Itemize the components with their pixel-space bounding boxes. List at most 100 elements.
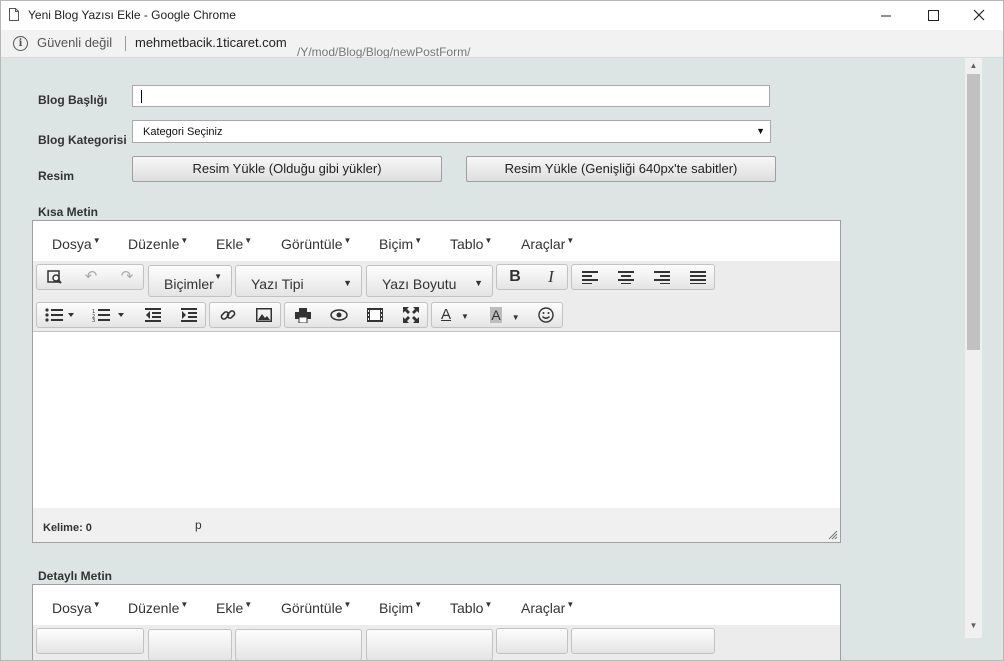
menu-format[interactable]: Biçim▼	[379, 600, 422, 616]
formats-dropdown[interactable]	[148, 629, 232, 660]
font-size-dropdown[interactable]	[366, 629, 493, 660]
minimize-icon	[881, 15, 891, 17]
window-title: Yeni Blog Yazısı Ekle - Google Chrome	[28, 8, 236, 22]
menu-file[interactable]: Dosya▼	[52, 236, 101, 252]
background-color-icon[interactable]: A ▼	[482, 303, 528, 327]
font-family-dropdown[interactable]: Yazı Tipi ▼	[235, 265, 362, 297]
font-family-dropdown[interactable]	[235, 629, 362, 660]
detail-text-label: Detaylı Metin	[38, 569, 113, 583]
bold-icon[interactable]: B	[497, 265, 533, 289]
menu-edit[interactable]: Düzenle▼	[128, 236, 188, 252]
preview-icon[interactable]	[321, 303, 357, 327]
menu-insert[interactable]: Ekle▼	[216, 600, 252, 616]
image-label: Resim	[38, 169, 75, 183]
word-count: Kelime: 0	[43, 522, 92, 534]
caret-down-icon: ▼	[343, 278, 352, 288]
caret-down-icon: ▼	[461, 312, 469, 321]
caret-down-icon: ▼	[92, 600, 101, 609]
scrollbar-thumb[interactable]	[967, 74, 980, 350]
text-style-group	[496, 628, 568, 654]
title-bar: Yeni Blog Yazısı Ekle - Google Chrome	[1, 1, 1003, 30]
upload-as-is-button[interactable]: Resim Yükle (Olduğu gibi yükler)	[132, 156, 442, 182]
undo-icon[interactable]: ↶	[73, 265, 109, 289]
security-status[interactable]: Güvenli değil	[37, 35, 112, 50]
fullscreen-icon[interactable]	[393, 303, 429, 327]
editor-toolbar: ↶ ↷ Biçimler ▼ Yazı Tipi ▼ Yazı Boyutu ▼…	[33, 261, 840, 331]
font-size-dropdown[interactable]: Yazı Boyutu ▼	[366, 265, 493, 297]
info-icon[interactable]: i	[13, 36, 28, 51]
caret-down-icon: ▼	[244, 600, 253, 609]
print-icon[interactable]	[285, 303, 321, 327]
blog-category-select[interactable]: Kategori Seçiniz ▼	[132, 120, 771, 143]
scroll-down-icon[interactable]: ▼	[965, 620, 982, 632]
caret-down-icon: ▼	[92, 236, 101, 245]
alignment-group	[571, 264, 715, 290]
caret-down-icon: ▼	[511, 313, 520, 322]
formats-dropdown[interactable]: Biçimler ▼	[148, 265, 232, 297]
numbered-list-icon[interactable]: 123	[83, 303, 135, 327]
caret-down-icon: ▼	[474, 278, 483, 288]
svg-text:3: 3	[92, 318, 95, 322]
resize-handle-icon[interactable]	[828, 530, 838, 540]
align-left-icon[interactable]	[572, 265, 608, 289]
short-text-editing-area[interactable]	[33, 331, 840, 509]
menu-tools[interactable]: Araçlar▼	[521, 236, 574, 252]
bullet-list-icon[interactable]	[37, 303, 83, 327]
browser-window: Yeni Blog Yazısı Ekle - Google Chrome i …	[0, 0, 1004, 661]
menu-edit[interactable]: Düzenle▼	[128, 600, 188, 616]
menu-view[interactable]: Görüntüle▼	[281, 236, 351, 252]
align-right-icon[interactable]	[644, 265, 680, 289]
caret-down-icon: ▼	[484, 236, 493, 245]
editor-statusbar: Kelime: 0 p	[33, 508, 840, 542]
editor-menubar: Dosya▼ Düzenle▼ Ekle▼ Görüntüle▼ Biçim▼ …	[33, 585, 840, 625]
menu-table[interactable]: Tablo▼	[450, 236, 492, 252]
url-text[interactable]: mehmetbacik.1ticaret.com/Y/mod/Blog/Blog…	[135, 35, 470, 59]
minimize-button[interactable]	[863, 1, 909, 30]
address-bar[interactable]: i Güvenli değil mehmetbacik.1ticaret.com…	[1, 30, 1003, 59]
redo-icon[interactable]: ↷	[109, 265, 145, 289]
caret-down-icon: ▼	[244, 236, 253, 245]
upload-fixed-width-button[interactable]: Resim Yükle (Genişliği 640px'te sabitler…	[466, 156, 776, 182]
background-color-glyph: A	[490, 307, 502, 323]
address-separator	[125, 36, 126, 51]
scroll-up-icon[interactable]: ▲	[965, 60, 982, 72]
image-icon[interactable]	[246, 303, 282, 327]
list-indent-group: 123	[36, 302, 206, 328]
menu-insert[interactable]: Ekle▼	[216, 236, 252, 252]
text-color-icon[interactable]: A ▼	[432, 303, 478, 327]
caret-down-icon: ▼	[343, 600, 352, 609]
caret-down-icon: ▼	[214, 272, 222, 281]
editor-toolbar	[33, 625, 840, 660]
close-button[interactable]	[956, 1, 1002, 30]
blog-title-input[interactable]	[132, 85, 770, 107]
outdent-icon[interactable]	[135, 303, 171, 327]
maximize-button[interactable]	[910, 1, 956, 30]
text-caret	[141, 90, 142, 103]
italic-icon[interactable]: I	[533, 265, 569, 289]
insert-media-group	[209, 302, 281, 328]
media-icon[interactable]	[357, 303, 393, 327]
align-justify-icon[interactable]	[680, 265, 716, 289]
caret-down-icon: ▼	[180, 236, 189, 245]
menu-format[interactable]: Biçim▼	[379, 236, 422, 252]
align-center-icon[interactable]	[608, 265, 644, 289]
short-text-editor: Dosya▼ Düzenle▼ Ekle▼ Görüntüle▼ Biçim▼ …	[32, 220, 841, 543]
element-path[interactable]: p	[195, 518, 202, 532]
link-icon[interactable]	[210, 303, 246, 327]
vertical-scrollbar[interactable]: ▲ ▼	[965, 58, 982, 638]
text-color-glyph: A	[441, 306, 452, 323]
menu-table[interactable]: Tablo▼	[450, 600, 492, 616]
url-path: /Y/mod/Blog/Blog/newPostForm/	[297, 45, 471, 59]
menu-view[interactable]: Görüntüle▼	[281, 600, 351, 616]
find-replace-icon[interactable]	[37, 265, 73, 289]
history-group: ↶ ↷	[36, 264, 144, 290]
document-icon	[9, 8, 19, 21]
caret-down-icon: ▼	[343, 236, 352, 245]
menu-file[interactable]: Dosya▼	[52, 600, 101, 616]
text-style-group: B I	[496, 264, 568, 290]
menu-tools[interactable]: Araçlar▼	[521, 600, 574, 616]
dropdown-arrow-icon: ▼	[756, 126, 765, 136]
font-size-label: Yazı Boyutu	[382, 276, 457, 292]
emoticons-icon[interactable]	[528, 303, 564, 327]
indent-icon[interactable]	[171, 303, 207, 327]
